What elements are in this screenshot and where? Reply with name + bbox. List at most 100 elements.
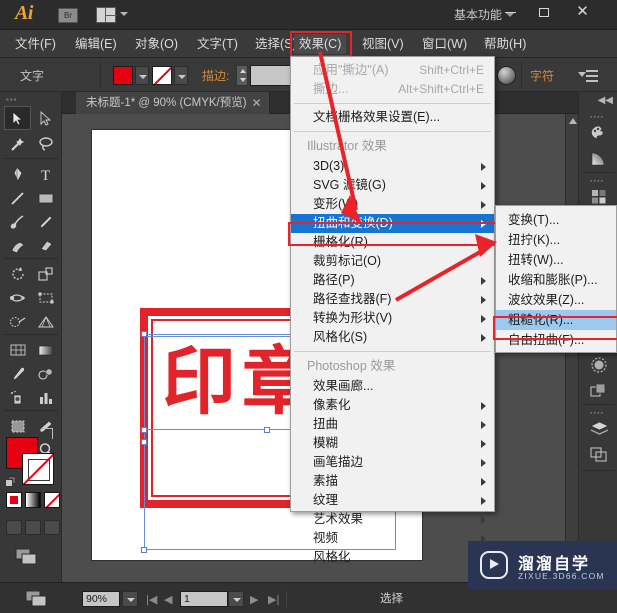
line-segment-tool[interactable]: [4, 186, 31, 210]
lasso-tool[interactable]: [32, 132, 59, 156]
submenu-item-free-distort[interactable]: 自由扭曲(F)...: [496, 330, 616, 350]
blend-tool[interactable]: [32, 362, 59, 386]
selection-handle[interactable]: [141, 547, 147, 553]
eyedropper-tool[interactable]: [4, 362, 31, 386]
menu-view[interactable]: 视图(V): [357, 34, 409, 54]
stroke-swatch-large[interactable]: [22, 453, 54, 485]
menu-item-artistic[interactable]: 艺术效果: [291, 510, 494, 529]
drawing-mode-normal-icon[interactable]: [6, 520, 22, 535]
dock-group-grip[interactable]: ▪▪▪▪: [590, 178, 606, 184]
stroke-weight-stepper[interactable]: [236, 65, 248, 86]
fill-color-swatch[interactable]: [113, 66, 133, 85]
gradient-panel-icon[interactable]: [588, 148, 610, 170]
default-fill-stroke-icon[interactable]: [5, 476, 17, 488]
submenu-item-zig-zag[interactable]: 波纹效果(Z)...: [496, 290, 616, 310]
direct-selection-tool[interactable]: [32, 106, 59, 130]
selection-handle[interactable]: [264, 427, 270, 433]
pen-tool[interactable]: [4, 162, 31, 186]
next-artboard-button[interactable]: ▶: [250, 593, 258, 606]
menu-file[interactable]: 文件(F): [10, 34, 61, 54]
arrange-chevron-down-icon[interactable]: [120, 12, 128, 16]
selection-tool[interactable]: [4, 106, 31, 130]
gradient-button[interactable]: [25, 492, 41, 508]
selection-handle[interactable]: [141, 427, 147, 433]
menu-item-video[interactable]: 视频: [291, 529, 494, 548]
menu-effect[interactable]: 效果(C): [294, 34, 347, 54]
zoom-chevron-down-icon[interactable]: [122, 591, 138, 607]
appearance-panel-icon[interactable]: [588, 354, 610, 376]
menu-item-svg-filters[interactable]: SVG 滤镜(G): [291, 176, 494, 195]
selection-handle[interactable]: [141, 439, 147, 445]
magic-wand-tool[interactable]: [4, 132, 31, 156]
menu-edit[interactable]: 编辑(E): [70, 34, 122, 54]
pencil-tool[interactable]: [32, 210, 59, 234]
none-button[interactable]: [44, 492, 60, 508]
fill-chevron-down-icon[interactable]: [135, 66, 149, 85]
bridge-icon[interactable]: Br: [58, 8, 78, 23]
scale-tool[interactable]: [32, 262, 59, 286]
menu-item-convert-to-shape[interactable]: 转换为形状(V): [291, 309, 494, 328]
artboards-panel-icon[interactable]: [588, 444, 610, 466]
menu-item-brush-strokes[interactable]: 画笔描边: [291, 453, 494, 472]
drawing-mode-inside-icon[interactable]: [44, 520, 60, 535]
first-artboard-button[interactable]: |◀: [146, 593, 157, 606]
artboard-number-input[interactable]: 1: [180, 591, 228, 607]
menu-item-blur[interactable]: 模糊: [291, 434, 494, 453]
panel-menu-icon[interactable]: [578, 69, 598, 83]
submenu-item-twist[interactable]: 扭拧(K)...: [496, 230, 616, 250]
menu-item-3d[interactable]: 3D(3): [291, 157, 494, 176]
menu-item-crop-marks[interactable]: 裁剪标记(O): [291, 252, 494, 271]
menu-object[interactable]: 对象(O): [130, 34, 183, 54]
menu-item-warp[interactable]: 变形(W): [291, 195, 494, 214]
menu-item-path[interactable]: 路径(P): [291, 271, 494, 290]
free-transform-tool[interactable]: [32, 286, 59, 310]
selection-handle[interactable]: [141, 331, 147, 337]
graphic-styles-panel-icon[interactable]: [588, 380, 610, 402]
gradient-tool[interactable]: [32, 338, 59, 362]
previous-artboard-button[interactable]: ◀: [164, 593, 172, 606]
zoom-level-input[interactable]: 90%: [82, 591, 120, 607]
toolbox-grip[interactable]: ▪▪▪: [6, 95, 18, 104]
submenu-item-twirl[interactable]: 扭转(W)...: [496, 250, 616, 270]
menu-item-pathfinder[interactable]: 路径查找器(F): [291, 290, 494, 309]
expand-panels-icon[interactable]: ◀◀: [598, 95, 613, 106]
screen-mode-status-icon[interactable]: [24, 589, 50, 609]
submenu-item-transform[interactable]: 变换(T)...: [496, 210, 616, 230]
effect-dropdown-menu[interactable]: 应用"撕边"(A) Shift+Ctrl+E 撕边... Alt+Shift+C…: [290, 56, 495, 564]
menu-item-stylize-ps[interactable]: 风格化: [291, 548, 494, 567]
menu-item-stylize[interactable]: 风格化(S): [291, 328, 494, 347]
color-panel-icon[interactable]: [588, 122, 610, 144]
width-tool[interactable]: [4, 286, 31, 310]
menu-item-document-raster-settings[interactable]: 文档栅格效果设置(E)...: [291, 108, 494, 127]
stroke-chevron-down-icon[interactable]: [174, 66, 188, 85]
artboard-tool[interactable]: [4, 414, 31, 438]
dock-group-grip[interactable]: ▪▪▪▪: [590, 410, 606, 416]
dock-group-grip[interactable]: ▪▪▪▪: [590, 114, 606, 120]
last-artboard-button[interactable]: ▶|: [268, 593, 279, 606]
opacity-globe-icon[interactable]: [497, 66, 516, 85]
color-button[interactable]: [6, 492, 22, 508]
paintbrush-tool[interactable]: [4, 210, 31, 234]
rectangle-tool[interactable]: [32, 186, 59, 210]
artboard-chevron-down-icon[interactable]: [228, 591, 244, 607]
menu-help[interactable]: 帮助(H): [479, 34, 531, 54]
swap-fill-stroke-icon[interactable]: [42, 428, 53, 439]
menu-item-texture[interactable]: 纹理: [291, 491, 494, 510]
minimize-button[interactable]: [494, 0, 527, 24]
menu-item-rasterize[interactable]: 栅格化(R)...: [291, 233, 494, 252]
menu-item-pixelate[interactable]: 像素化: [291, 396, 494, 415]
scroll-up-arrow-icon[interactable]: [569, 118, 577, 124]
stroke-color-swatch[interactable]: [152, 66, 172, 85]
close-button[interactable]: ✕: [566, 0, 599, 24]
maximize-button[interactable]: [527, 0, 560, 24]
menu-item-effect-gallery[interactable]: 效果画廊...: [291, 377, 494, 396]
drawing-mode-behind-icon[interactable]: [25, 520, 41, 535]
menu-item-distort-and-transform[interactable]: 扭曲和变换(D): [291, 214, 494, 233]
status-tool-label[interactable]: 选择: [286, 591, 496, 607]
distort-transform-submenu[interactable]: 变换(T)... 扭拧(K)... 扭转(W)... 收缩和膨胀(P)... 波…: [495, 205, 617, 353]
submenu-item-roughen[interactable]: 粗糙化(R)...: [496, 310, 616, 330]
screen-mode-icon[interactable]: [14, 547, 40, 567]
menu-item-distort[interactable]: 扭曲: [291, 415, 494, 434]
menu-item-sketch[interactable]: 素描: [291, 472, 494, 491]
layers-panel-icon[interactable]: [588, 418, 610, 440]
